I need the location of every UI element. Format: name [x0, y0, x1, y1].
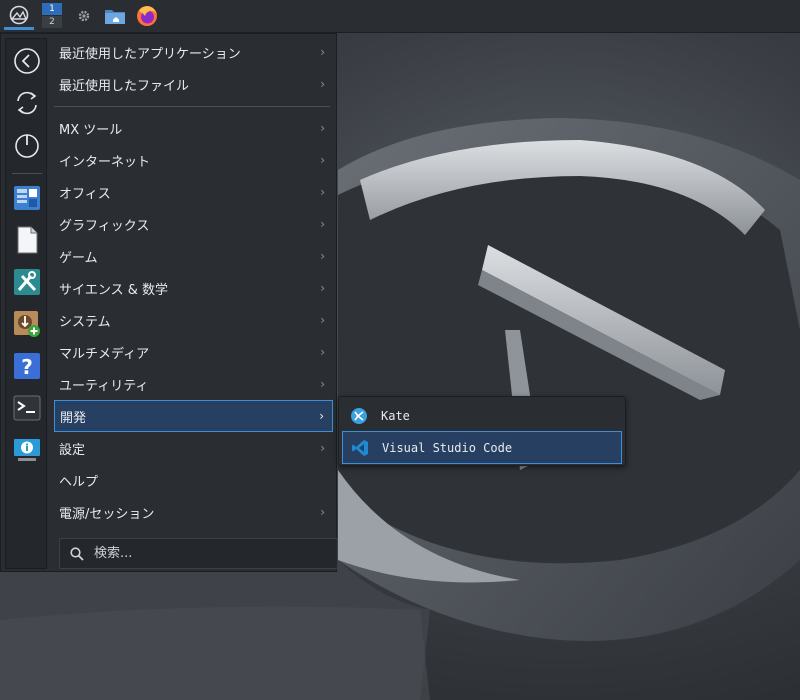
favorite-package-installer[interactable] [11, 182, 43, 214]
development-submenu: Kate Visual Studio Code [338, 396, 626, 466]
menu-item-system[interactable]: システム › [54, 305, 333, 335]
workspace-2[interactable]: 2 [42, 16, 62, 28]
chevron-right-icon: › [320, 153, 325, 167]
menu-item-recent-apps[interactable]: 最近使用したアプリケーション › [54, 37, 333, 67]
chevron-right-icon: › [320, 77, 325, 91]
menu-item-internet[interactable]: インターネット › [54, 145, 333, 175]
menu-item-label: MX ツール [59, 122, 123, 138]
menu-item-help[interactable]: ヘルプ [54, 465, 333, 495]
power-button[interactable] [11, 129, 43, 161]
chevron-right-icon: › [320, 249, 325, 263]
back-arrow-icon [14, 48, 40, 74]
menu-item-label: マルチメディア [59, 346, 150, 362]
package-add-icon [14, 311, 40, 337]
document-icon [17, 226, 38, 254]
mx-package-installer-icon [14, 186, 40, 210]
menu-item-development[interactable]: 開発 › [54, 400, 333, 432]
mx-tools-icon [14, 269, 40, 295]
submenu-item-label: Visual Studio Code [382, 440, 513, 455]
workspace-pager[interactable]: 1 2 [42, 3, 62, 28]
menu-item-label: サイエンス & 数学 [59, 282, 169, 298]
workspace-1[interactable]: 1 [42, 3, 62, 15]
menu-item-label: グラフィックス [59, 218, 150, 234]
settings-launcher[interactable] [69, 2, 99, 30]
favorite-package-add[interactable] [11, 308, 43, 340]
chevron-right-icon: › [320, 313, 325, 327]
menu-item-label: オフィス [59, 186, 111, 202]
file-manager-icon [105, 10, 125, 24]
menu-item-office[interactable]: オフィス › [54, 177, 333, 207]
menu-item-label: システム [59, 314, 111, 330]
sidebar-divider [12, 173, 42, 174]
menu-item-label: 設定 [59, 442, 86, 458]
svg-text:?: ? [21, 355, 33, 379]
menu-sidebar: ? [5, 38, 47, 569]
menu-divider [54, 106, 330, 107]
mx-logo-icon [9, 5, 29, 24]
chevron-right-icon: › [320, 217, 325, 231]
menu-item-label: ユーティリティ [59, 378, 149, 394]
submenu-item-kate[interactable]: Kate [342, 400, 622, 431]
kate-icon [350, 407, 368, 425]
chevron-right-icon: › [320, 185, 325, 199]
chevron-right-icon: › [320, 441, 325, 455]
chevron-right-icon: › [320, 281, 325, 295]
chevron-right-icon: › [320, 45, 325, 59]
firefox-icon [137, 6, 157, 26]
firefox-launcher[interactable] [132, 2, 162, 30]
menu-item-mx-tools[interactable]: MX ツール › [54, 113, 333, 143]
favorite-mx-tools[interactable] [11, 266, 43, 298]
favorite-system-info[interactable] [11, 434, 43, 466]
menu-item-settings[interactable]: 設定 › [54, 433, 333, 463]
favorite-text-editor[interactable] [11, 224, 43, 256]
menu-item-power-session[interactable]: 電源/セッション › [54, 497, 333, 527]
menu-item-label: ヘルプ [59, 474, 99, 490]
menu-item-label: インターネット [59, 154, 151, 170]
system-info-icon [14, 439, 40, 461]
favorite-help[interactable]: ? [11, 350, 43, 382]
chevron-right-icon: › [320, 345, 325, 359]
power-icon [15, 134, 39, 158]
back-button[interactable] [11, 45, 43, 77]
chevron-right-icon: › [320, 505, 325, 519]
menu-item-label: 最近使用したアプリケーション [59, 46, 241, 62]
refresh-button[interactable] [11, 87, 43, 119]
menu-item-label: 開発 [60, 410, 87, 426]
search-input[interactable] [92, 545, 326, 562]
menu-item-label: 最近使用したファイル [59, 78, 190, 94]
settings-gear-icon [78, 10, 90, 22]
menu-item-graphics[interactable]: グラフィックス › [54, 209, 333, 239]
application-menu: ? 最近使用したアプリケーション › 最近使用したファイル › MX ツール ›… [0, 33, 338, 572]
favorite-terminal[interactable] [11, 392, 43, 424]
chevron-right-icon: › [320, 377, 325, 391]
taskbar: 1 2 [0, 0, 800, 33]
vscode-icon [351, 439, 369, 457]
chevron-right-icon: › [320, 121, 325, 135]
menu-item-label: ゲーム [59, 250, 98, 266]
menu-item-games[interactable]: ゲーム › [54, 241, 333, 271]
help-icon: ? [14, 353, 40, 379]
menu-item-label: 電源/セッション [59, 506, 155, 522]
menu-item-multimedia[interactable]: マルチメディア › [54, 337, 333, 367]
chevron-right-icon: › [319, 409, 324, 423]
search-icon [70, 546, 84, 561]
submenu-item-vscode[interactable]: Visual Studio Code [342, 431, 622, 464]
submenu-item-label: Kate [381, 408, 410, 423]
app-launcher-button[interactable] [4, 2, 34, 30]
file-manager-launcher[interactable] [100, 2, 130, 30]
menu-item-utilities[interactable]: ユーティリティ › [54, 369, 333, 399]
menu-item-recent-files[interactable]: 最近使用したファイル › [54, 69, 333, 99]
search-box[interactable] [59, 538, 338, 569]
menu-item-science-math[interactable]: サイエンス & 数学 › [54, 273, 333, 303]
refresh-icon [17, 91, 37, 115]
terminal-icon [13, 395, 41, 421]
